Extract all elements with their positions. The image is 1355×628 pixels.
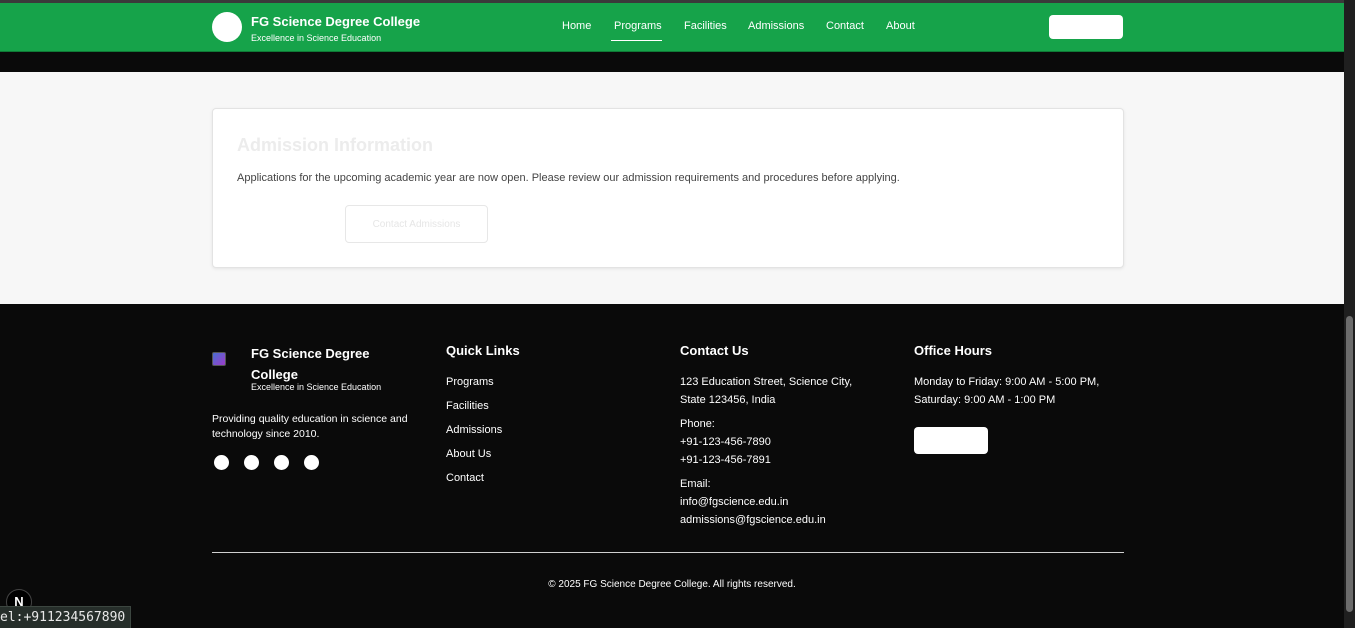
footer-divider bbox=[212, 552, 1124, 553]
office-hours-saturday: Saturday: 9:00 AM - 1:00 PM bbox=[914, 394, 1056, 406]
contact-phone-1[interactable]: +91-123-456-7890 bbox=[680, 433, 771, 451]
social-icon-1[interactable] bbox=[214, 455, 229, 470]
footer-brand-tagline: Excellence in Science Education bbox=[251, 382, 382, 392]
site-tagline: Excellence in Science Education bbox=[251, 33, 382, 43]
link-status-bar: el:+911234567890 bbox=[0, 606, 132, 628]
footer-link-facilities[interactable]: Facilities bbox=[446, 400, 489, 412]
nav-facilities[interactable]: Facilities bbox=[684, 20, 727, 32]
contact-us-heading: Contact Us bbox=[680, 343, 749, 358]
contact-email-1[interactable]: info@fgscience.edu.in bbox=[680, 493, 788, 511]
nav-home[interactable]: Home bbox=[562, 20, 591, 32]
social-icon-4[interactable] bbox=[304, 455, 319, 470]
office-hours-weekdays: Monday to Friday: 9:00 AM - 5:00 PM, bbox=[914, 376, 1100, 388]
nav-about[interactable]: About bbox=[886, 20, 915, 32]
header-action-button[interactable] bbox=[1049, 15, 1123, 39]
footer-description: Providing quality education in science a… bbox=[212, 413, 408, 440]
social-icon-2[interactable] bbox=[244, 455, 259, 470]
section-divider-band bbox=[0, 52, 1344, 72]
site-footer: FG Science Degree College Excellence in … bbox=[0, 304, 1344, 628]
admission-card-text: Applications for the upcoming academic y… bbox=[237, 172, 900, 184]
scrollbar-thumb[interactable] bbox=[1346, 316, 1353, 612]
contact-address-line1: 123 Education Street, Science City, bbox=[680, 376, 853, 388]
nav-contact[interactable]: Contact bbox=[826, 20, 864, 32]
footer-link-about-us[interactable]: About Us bbox=[446, 448, 491, 460]
contact-email-label: Email: bbox=[680, 478, 711, 490]
footer-brand-title: FG Science Degree College bbox=[251, 346, 370, 382]
social-icon-3[interactable] bbox=[274, 455, 289, 470]
contact-phone-2[interactable]: +91-123-456-7891 bbox=[680, 451, 771, 469]
nav-programs[interactable]: Programs bbox=[614, 20, 662, 32]
office-hours-heading: Office Hours bbox=[914, 343, 993, 358]
contact-address-line2: State 123456, India bbox=[680, 394, 776, 406]
footer-link-contact[interactable]: Contact bbox=[446, 472, 484, 484]
footer-action-button[interactable] bbox=[914, 427, 988, 454]
copyright-text: © 2025 FG Science Degree College. All ri… bbox=[548, 579, 796, 590]
nav-admissions[interactable]: Admissions bbox=[748, 20, 804, 32]
footer-link-admissions[interactable]: Admissions bbox=[446, 424, 502, 436]
contact-phone-label: Phone: bbox=[680, 418, 715, 430]
site-title[interactable]: FG Science Degree College bbox=[251, 14, 420, 29]
contact-admissions-button[interactable]: Contact Admissions bbox=[345, 205, 488, 243]
admission-section: Admission Information Applications for t… bbox=[0, 72, 1344, 304]
active-nav-indicator bbox=[611, 40, 662, 41]
admission-card-title: Admission Information bbox=[237, 135, 434, 155]
college-logo[interactable] bbox=[212, 12, 242, 42]
site-header: FG Science Degree College Excellence in … bbox=[0, 3, 1344, 52]
footer-logo-broken-image-icon bbox=[212, 352, 226, 366]
admission-info-card: Admission Information Applications for t… bbox=[212, 108, 1124, 268]
contact-email-2[interactable]: admissions@fgscience.edu.in bbox=[680, 511, 826, 529]
footer-link-programs[interactable]: Programs bbox=[446, 376, 494, 388]
quick-links-heading: Quick Links bbox=[446, 343, 520, 358]
